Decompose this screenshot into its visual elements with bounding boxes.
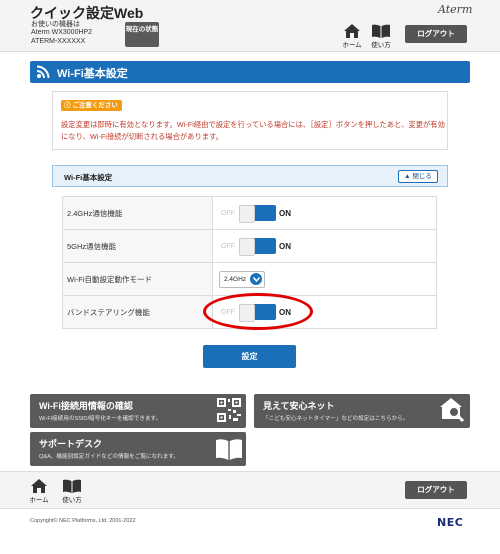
- collapse-label: 閉じる: [412, 173, 432, 180]
- home-label: ホーム: [29, 497, 49, 504]
- footer-home-button[interactable]: ホーム: [24, 479, 54, 504]
- submit-button[interactable]: 設定: [203, 345, 296, 368]
- house-magnifier-icon: [440, 398, 465, 423]
- home-icon: [31, 479, 47, 493]
- table-row: 5GHz通信機能 OFF ON: [62, 229, 437, 263]
- panel-title: Wi-Fi基本設定: [64, 173, 113, 182]
- toggle-off-label: OFF: [221, 242, 235, 250]
- footer-logout-button[interactable]: ログアウト: [405, 481, 467, 499]
- table-row: Wi-Fi自動設定動作モード 2.4GHz: [62, 262, 437, 296]
- caution-badge: ⓘ ご注意ください: [61, 100, 122, 111]
- toggle-off-label: OFF: [221, 209, 235, 217]
- device-label: お使いの機器は: [31, 21, 80, 28]
- card-desc: Q&A、機能別設定ガイドなどの情報をご覧になれます。: [39, 454, 179, 460]
- toggle-5ghz[interactable]: OFF ON: [219, 238, 291, 256]
- safe-net-card[interactable]: 見えて安心ネット 「こども安心ネットタイマー」などの設定はこちらから。: [254, 394, 470, 428]
- help-label: 使い方: [371, 42, 391, 49]
- help-button[interactable]: 使い方: [366, 24, 396, 49]
- section-title-bar: Wi-Fi基本設定: [30, 61, 470, 83]
- collapse-button[interactable]: ▲ 閉じる: [398, 170, 438, 183]
- book-icon: [216, 439, 242, 460]
- header: クイック設定Web お使いの機器は Aterm WX3000HP2 ATERM-…: [0, 0, 500, 52]
- row-label: 5GHz通信機能: [62, 229, 213, 263]
- current-status-button[interactable]: 現在の状態: [125, 22, 159, 47]
- support-desk-card[interactable]: サポートデスク Q&A、機能別設定ガイドなどの情報をご覧になれます。: [30, 432, 246, 466]
- row-label: Wi-Fi自動設定動作モード: [62, 262, 213, 296]
- book-icon: [63, 479, 81, 493]
- card-desc: Wi-Fi接続用のSSID/暗号化キーを確認できます。: [39, 416, 162, 422]
- toggle-on-label: ON: [279, 208, 291, 218]
- row-label: 2.4GHz通信機能: [62, 196, 213, 230]
- toggle-switch[interactable]: [239, 205, 276, 223]
- device-model: Aterm WX3000HP2: [31, 29, 93, 36]
- wifi-info-card[interactable]: Wi-Fi接続用情報の確認 Wi-Fi接続用のSSID/暗号化キーを確認できます…: [30, 394, 246, 428]
- toggle-switch[interactable]: [239, 238, 276, 256]
- device-id: ATERM-XXXXXX: [31, 38, 86, 45]
- table-row: 2.4GHz通信機能 OFF ON: [62, 196, 437, 230]
- home-icon: [344, 24, 360, 38]
- caution-badge-label: ご注意ください: [72, 102, 118, 109]
- card-title: サポートデスク: [39, 439, 103, 449]
- nec-logo: NEC: [437, 516, 464, 529]
- notice-box: ⓘ ご注意ください 設定変更は即時に有効となります。Wi-Fi経由で設定を行って…: [52, 91, 448, 150]
- qr-code-icon: [217, 398, 241, 422]
- book-icon: [372, 24, 390, 38]
- footer-bar: ホーム 使い方 ログアウト: [0, 471, 500, 509]
- wifi-icon: [36, 65, 50, 79]
- card-desc: 「こども安心ネットタイマー」などの設定はこちらから。: [263, 416, 409, 422]
- logout-button[interactable]: ログアウト: [405, 25, 467, 43]
- home-button[interactable]: ホーム: [337, 24, 367, 49]
- auto-config-mode-select[interactable]: 2.4GHz: [219, 270, 266, 288]
- home-label: ホーム: [342, 42, 362, 49]
- toggle-24ghz[interactable]: OFF ON: [219, 205, 291, 223]
- caution-icon: ⓘ: [64, 102, 71, 109]
- footer-help-button[interactable]: 使い方: [57, 479, 87, 504]
- panel-header: Wi-Fi基本設定 ▲ 閉じる: [52, 165, 448, 187]
- highlight-circle: [203, 293, 313, 330]
- notice-text: 設定変更は即時に有効となります。Wi-Fi経由で設定を行っている場合には、［設定…: [61, 120, 445, 141]
- aterm-logo: Aterm: [438, 3, 473, 16]
- chevron-down-icon: [250, 273, 263, 285]
- card-title: 見えて安心ネット: [263, 401, 335, 411]
- toggle-on-label: ON: [279, 241, 291, 251]
- section-title: Wi-Fi基本設定: [57, 68, 128, 80]
- chevron-up-icon: ▲: [404, 173, 411, 180]
- copyright: Copyright© NEC Platforms, Ltd. 2001-2022: [30, 518, 136, 524]
- card-title: Wi-Fi接続用情報の確認: [39, 401, 133, 411]
- row-label: バンドステアリング機能: [62, 295, 213, 329]
- select-value: 2.4GHz: [224, 275, 247, 283]
- help-label: 使い方: [62, 497, 82, 504]
